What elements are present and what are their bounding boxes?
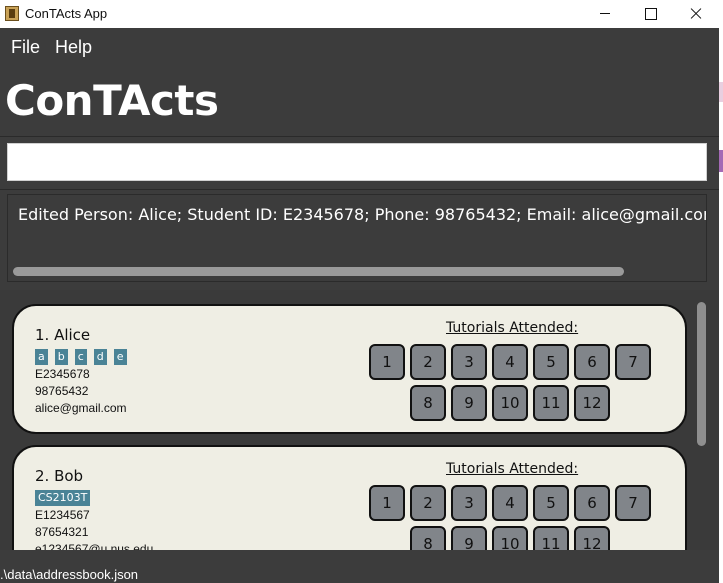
- tutorial-box: 1: [369, 344, 405, 380]
- tag: b: [54, 349, 68, 365]
- divider: [0, 136, 719, 137]
- tag-list: a b c d e: [35, 349, 127, 365]
- close-button[interactable]: [674, 0, 720, 28]
- tag: d: [93, 349, 107, 365]
- tutorial-box: 10: [492, 526, 528, 550]
- minimize-button[interactable]: [582, 0, 628, 28]
- window-title: ConTActs App: [25, 6, 108, 21]
- tutorial-box: 7: [615, 485, 651, 521]
- person-card[interactable]: 1. Alice a b c d e E2345678 98765432 ali…: [12, 304, 687, 434]
- command-input[interactable]: [7, 143, 707, 181]
- status-file-path: .\data\addressbook.json: [0, 567, 139, 582]
- vertical-scrollbar[interactable]: [697, 302, 706, 446]
- app-icon: [5, 6, 19, 21]
- result-text: Edited Person: Alice; Student ID: E23456…: [18, 205, 706, 224]
- tutorial-box: 6: [574, 485, 610, 521]
- tutorial-box: 4: [492, 485, 528, 521]
- tutorial-box: 9: [451, 385, 487, 421]
- menu-file[interactable]: File: [11, 37, 40, 58]
- phone: 87654321: [35, 525, 89, 539]
- tutorial-box: 2: [410, 485, 446, 521]
- email: e1234567@u.nus.edu: [35, 542, 154, 550]
- student-id: E1234567: [35, 508, 90, 522]
- divider: [0, 189, 719, 190]
- tutorials-attended-label: Tutorials Attended:: [446, 320, 579, 336]
- result-display: Edited Person: Alice; Student ID: E23456…: [7, 194, 707, 282]
- tutorials-attended-label: Tutorials Attended:: [446, 461, 579, 477]
- tutorial-box: 10: [492, 385, 528, 421]
- tutorial-box: 5: [533, 485, 569, 521]
- tutorial-box: 2: [410, 344, 446, 380]
- menu-help[interactable]: Help: [55, 37, 92, 58]
- tutorial-box: 7: [615, 344, 651, 380]
- menu-bar: File Help: [0, 28, 719, 64]
- tutorial-box: 9: [451, 526, 487, 550]
- tutorial-box: 3: [451, 485, 487, 521]
- tutorial-box: 11: [533, 385, 569, 421]
- email: alice@gmail.com: [35, 401, 127, 415]
- tutorial-box: 3: [451, 344, 487, 380]
- app-title: ConTActs: [5, 76, 219, 125]
- tag: a: [35, 349, 48, 365]
- tutorial-box: 4: [492, 344, 528, 380]
- tag: c: [74, 349, 87, 365]
- person-name: 2. Bob: [35, 467, 84, 485]
- background-window-mark: [719, 150, 723, 172]
- tag: CS2103T: [35, 490, 91, 506]
- tutorial-box: 8: [410, 526, 446, 550]
- horizontal-scrollbar[interactable]: [13, 267, 624, 276]
- person-card[interactable]: 2. Bob CS2103T E1234567 87654321 e123456…: [12, 445, 687, 550]
- maximize-button[interactable]: [628, 0, 674, 28]
- phone: 98765432: [35, 384, 89, 398]
- tutorial-box: 11: [533, 526, 569, 550]
- person-name: 1. Alice: [35, 326, 91, 344]
- tutorial-box: 6: [574, 344, 610, 380]
- tag: e: [113, 349, 127, 365]
- tutorial-box: 12: [574, 385, 610, 421]
- student-id: E2345678: [35, 367, 90, 381]
- tutorial-box: 5: [533, 344, 569, 380]
- window-title-bar: ConTActs App: [0, 0, 723, 28]
- background-window-mark: [719, 82, 723, 102]
- background-window-edge: [719, 28, 723, 583]
- app-window: File Help ConTActs Edited Person: Alice;…: [0, 28, 719, 583]
- tag-list: CS2103T: [35, 490, 91, 506]
- tutorial-box: 12: [574, 526, 610, 550]
- tutorial-box: 1: [369, 485, 405, 521]
- tutorial-box: 8: [410, 385, 446, 421]
- person-list: 1. Alice a b c d e E2345678 98765432 ali…: [0, 290, 719, 550]
